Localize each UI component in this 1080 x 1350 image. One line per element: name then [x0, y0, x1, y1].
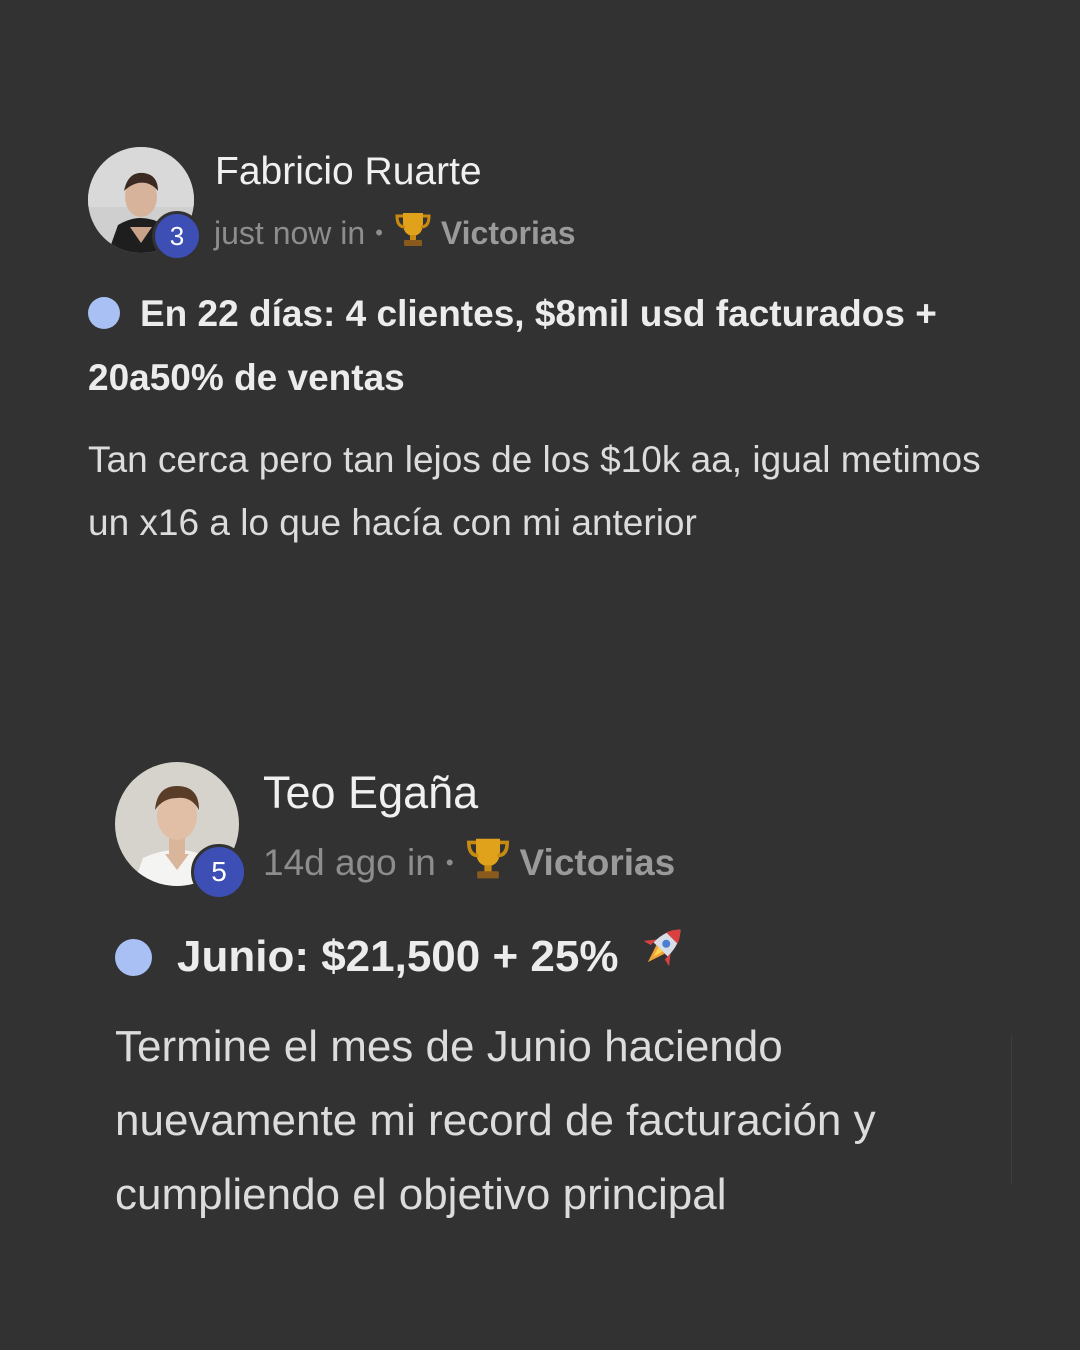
author-name[interactable]: Fabricio Ruarte	[215, 150, 482, 194]
post-body: Tan cerca pero tan lejos de los $10k aa,…	[88, 439, 981, 543]
scrollbar-track	[1011, 1035, 1012, 1185]
post-time: just now in	[214, 214, 366, 251]
meta-separator: •	[445, 849, 454, 875]
post-title[interactable]: Junio: $21,500 + 25%	[115, 918, 1015, 996]
post-meta: 14d ago in • Victorias	[263, 834, 675, 891]
level-badge: 3	[152, 211, 202, 261]
level-badge: 5	[191, 844, 247, 900]
post-title-text: En 22 días: 4 clientes, $8mil usd factur…	[88, 293, 937, 398]
rocket-icon	[632, 918, 692, 996]
trophy-icon	[464, 834, 512, 891]
unread-dot-icon	[88, 297, 120, 330]
author-avatar[interactable]: 3	[88, 147, 202, 261]
post-time: 14d ago in	[263, 841, 436, 883]
meta-separator: •	[375, 220, 383, 245]
post-title[interactable]: En 22 días: 4 clientes, $8mil usd factur…	[88, 282, 1018, 410]
author-avatar[interactable]: 5	[115, 762, 247, 900]
post-body: Termine el mes de Junio haciendo nuevame…	[115, 1022, 876, 1219]
author-name[interactable]: Teo Egaña	[263, 767, 478, 819]
post-title-text: Junio: $21,500 + 25%	[177, 932, 619, 981]
post-meta: just now in • Victorias	[214, 209, 575, 257]
unread-dot-icon	[115, 938, 152, 976]
trophy-icon	[393, 209, 433, 257]
category-link[interactable]: Victorias	[441, 215, 576, 252]
category-link[interactable]: Victorias	[520, 842, 676, 884]
